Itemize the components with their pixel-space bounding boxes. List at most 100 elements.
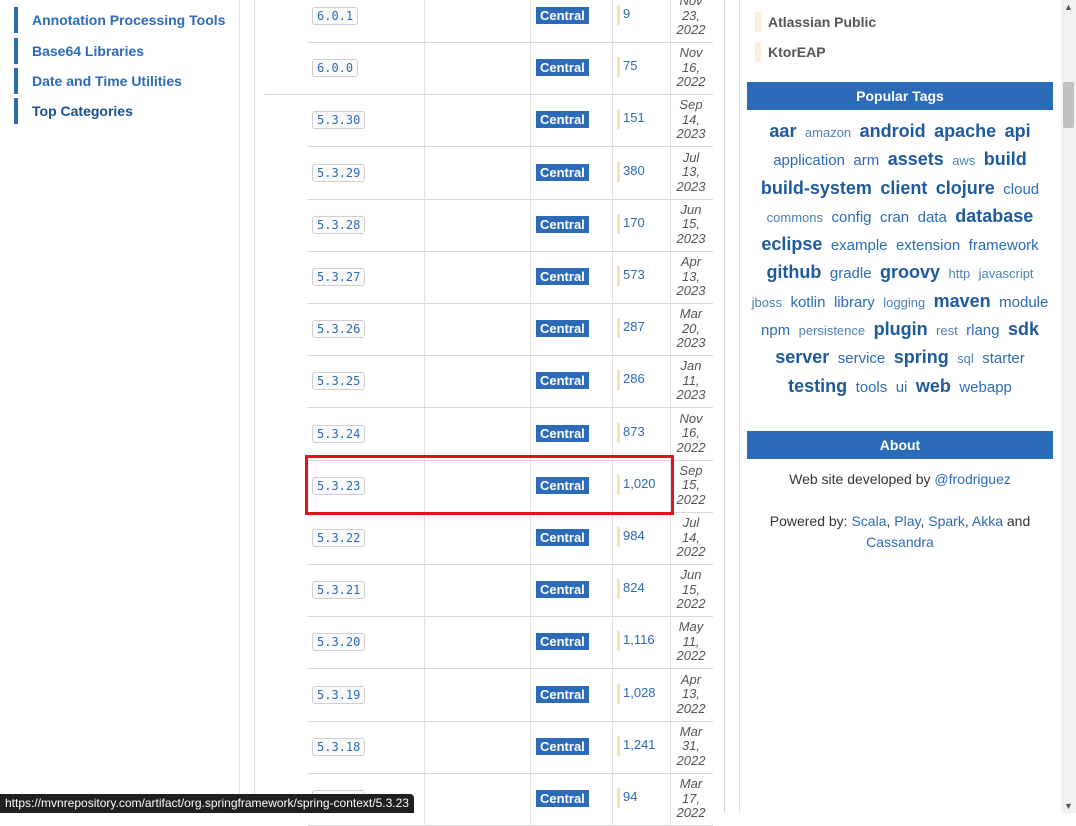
repository-badge[interactable]: Central (536, 215, 589, 233)
tag-link[interactable]: config (831, 209, 871, 226)
repository-badge[interactable]: Central (536, 372, 589, 390)
version-link[interactable]: 5.3.18 (312, 737, 366, 756)
tag-link[interactable]: library (834, 294, 875, 311)
tag-link[interactable]: npm (761, 322, 790, 339)
tag-link[interactable]: commons (767, 210, 823, 225)
repository-link[interactable]: KtorEAP (755, 42, 826, 62)
repository-badge[interactable]: Central (536, 737, 589, 755)
repository-badge[interactable]: Central (536, 581, 589, 599)
version-link[interactable]: 5.3.20 (312, 633, 366, 652)
akka-link[interactable]: Akka (972, 513, 1003, 529)
tag-link[interactable]: logging (883, 295, 925, 310)
tag-link[interactable]: http (949, 266, 971, 281)
scroll-up-icon[interactable]: ▲ (1061, 0, 1076, 14)
category-link[interactable]: Annotation Processing Tools (14, 7, 242, 33)
usages-link[interactable]: 1,020 (623, 476, 656, 491)
repository-badge[interactable]: Central (536, 424, 589, 442)
tag-link[interactable]: assets (888, 149, 944, 169)
usages-link[interactable]: 380 (623, 163, 645, 178)
developer-link[interactable]: @frodriguez (934, 471, 1010, 487)
tag-link[interactable]: maven (934, 291, 991, 311)
tag-link[interactable]: cran (880, 209, 909, 226)
tag-link[interactable]: github (766, 262, 821, 282)
tag-link[interactable]: javascript (979, 266, 1034, 281)
usages-link[interactable]: 1,116 (623, 632, 655, 647)
repository-badge[interactable]: Central (536, 111, 589, 129)
scala-link[interactable]: Scala (851, 513, 886, 529)
tag-link[interactable]: apache (934, 121, 996, 141)
tag-link[interactable]: data (918, 209, 947, 226)
tag-link[interactable]: example (831, 237, 888, 254)
version-link[interactable]: 5.3.26 (312, 320, 366, 339)
tag-link[interactable]: plugin (874, 319, 928, 339)
tag-link[interactable]: build-system (761, 178, 872, 198)
tag-link[interactable]: kotlin (790, 294, 825, 311)
repository-badge[interactable]: Central (536, 790, 589, 807)
version-link[interactable]: 5.3.21 (312, 581, 366, 600)
usages-link[interactable]: 1,028 (623, 685, 656, 700)
version-link[interactable]: 6.0.0 (312, 59, 359, 78)
tag-link[interactable]: amazon (805, 125, 851, 140)
version-link[interactable]: 5.3.25 (312, 372, 366, 391)
tag-link[interactable]: extension (896, 237, 960, 254)
version-link[interactable]: 5.3.30 (312, 111, 366, 130)
tag-link[interactable]: aar (769, 121, 796, 141)
usages-link[interactable]: 824 (623, 580, 645, 595)
version-link[interactable]: 6.0.1 (312, 7, 359, 25)
tag-link[interactable]: api (1005, 121, 1031, 141)
repository-badge[interactable]: Central (536, 7, 589, 24)
tag-link[interactable]: sql (957, 351, 974, 366)
tag-link[interactable]: spring (894, 347, 949, 367)
tag-link[interactable]: web (916, 376, 951, 396)
category-link[interactable]: Date and Time Utilities (14, 68, 242, 94)
tag-link[interactable]: gradle (830, 265, 872, 282)
tag-link[interactable]: eclipse (761, 234, 822, 254)
tag-link[interactable]: sdk (1008, 319, 1039, 339)
usages-link[interactable]: 984 (623, 528, 645, 543)
tag-link[interactable]: tools (856, 379, 888, 396)
usages-link[interactable]: 873 (623, 424, 645, 439)
version-link[interactable]: 5.3.19 (312, 685, 366, 704)
repository-link[interactable]: Atlassian Public (755, 12, 876, 32)
tag-link[interactable]: aws (952, 153, 975, 168)
tag-link[interactable]: starter (982, 350, 1025, 367)
tag-link[interactable]: groovy (880, 262, 940, 282)
tag-link[interactable]: application (773, 152, 845, 169)
usages-link[interactable]: 151 (623, 110, 645, 125)
usages-link[interactable]: 1,241 (623, 737, 656, 752)
repository-badge[interactable]: Central (536, 476, 589, 494)
version-link[interactable]: 5.3.22 (312, 529, 366, 547)
scroll-down-icon[interactable]: ▼ (1061, 799, 1076, 813)
tag-link[interactable]: rest (936, 323, 958, 338)
usages-link[interactable]: 287 (623, 319, 645, 334)
tag-link[interactable]: testing (788, 376, 847, 396)
repository-badge[interactable]: Central (536, 633, 589, 651)
tag-link[interactable]: server (775, 347, 829, 367)
tag-link[interactable]: database (955, 206, 1033, 226)
tag-link[interactable]: client (880, 178, 927, 198)
usages-link[interactable]: 573 (623, 267, 645, 282)
tag-link[interactable]: jboss (752, 295, 782, 310)
usages-link[interactable]: 75 (623, 58, 637, 73)
version-link[interactable]: 5.3.23 (312, 476, 366, 495)
repository-badge[interactable]: Central (536, 529, 589, 546)
tag-link[interactable]: rlang (966, 322, 999, 339)
tag-link[interactable]: framework (969, 237, 1039, 254)
play-link[interactable]: Play (894, 513, 920, 529)
scroll-thumb[interactable] (1063, 82, 1074, 128)
repository-badge[interactable]: Central (536, 685, 589, 703)
repository-badge[interactable]: Central (536, 320, 589, 338)
tag-link[interactable]: service (838, 350, 886, 367)
spark-link[interactable]: Spark (928, 513, 965, 529)
version-link[interactable]: 5.3.29 (312, 163, 366, 182)
tag-link[interactable]: persistence (799, 323, 865, 338)
tag-link[interactable]: cloud (1003, 181, 1039, 198)
tag-link[interactable]: android (860, 121, 926, 141)
version-link[interactable]: 5.3.27 (312, 268, 366, 286)
tag-link[interactable]: clojure (936, 178, 995, 198)
cassandra-link[interactable]: Cassandra (866, 534, 934, 550)
tag-link[interactable]: build (984, 149, 1027, 169)
repository-badge[interactable]: Central (536, 59, 589, 77)
tag-link[interactable]: ui (896, 379, 908, 396)
repository-badge[interactable]: Central (536, 268, 589, 285)
